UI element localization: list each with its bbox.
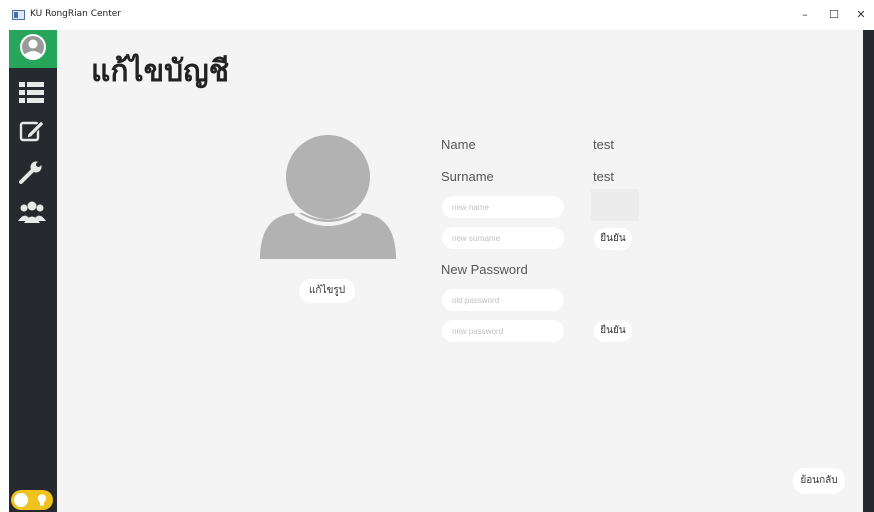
close-button[interactable]: ✕ — [850, 6, 872, 24]
old-password-input[interactable] — [442, 289, 564, 311]
theme-toggle[interactable] — [11, 490, 53, 510]
sidebar-item-edit[interactable] — [17, 118, 47, 144]
user-icon — [20, 34, 46, 60]
right-edge-bar — [863, 30, 874, 512]
surname-value: test — [593, 169, 614, 184]
edit-photo-button[interactable]: แก้ไขรูป — [299, 279, 355, 303]
lightbulb-icon — [37, 494, 47, 506]
sidebar-item-account[interactable] — [9, 30, 57, 68]
new-surname-input[interactable] — [442, 227, 564, 249]
window-title: KU RongRian Center — [30, 9, 122, 19]
maximize-button[interactable]: ☐ — [823, 6, 845, 24]
new-password-heading: New Password — [441, 262, 528, 277]
toggle-knob — [14, 493, 28, 507]
name-label: Name — [441, 137, 476, 152]
confirm-name-button[interactable]: ยืนยัน — [594, 228, 632, 250]
confirm-password-button[interactable]: ยืนยัน — [594, 320, 632, 342]
main-panel: แก้ไขบัญชี แก้ไขรูป Name test Surname te… — [57, 30, 863, 512]
edit-icon — [19, 120, 45, 142]
status-box — [591, 189, 639, 221]
back-button[interactable]: ย้อนกลับ — [793, 468, 845, 494]
group-icon — [18, 201, 46, 223]
new-name-input[interactable] — [442, 196, 564, 218]
page-title: แก้ไขบัญชี — [91, 54, 230, 89]
minimize-button[interactable]: – — [794, 6, 816, 24]
surname-label: Surname — [441, 169, 494, 184]
list-icon — [19, 82, 44, 103]
name-value: test — [593, 137, 614, 152]
sidebar-item-list[interactable] — [17, 80, 47, 106]
new-password-input[interactable] — [442, 320, 564, 342]
app-icon — [12, 10, 25, 20]
profile-avatar-icon — [260, 135, 396, 259]
title-bar: KU RongRian Center – ☐ ✕ — [0, 0, 874, 30]
sidebar-item-settings[interactable] — [17, 160, 47, 186]
sidebar — [9, 30, 57, 512]
sidebar-item-group[interactable] — [17, 200, 47, 226]
wrench-icon — [19, 161, 42, 184]
